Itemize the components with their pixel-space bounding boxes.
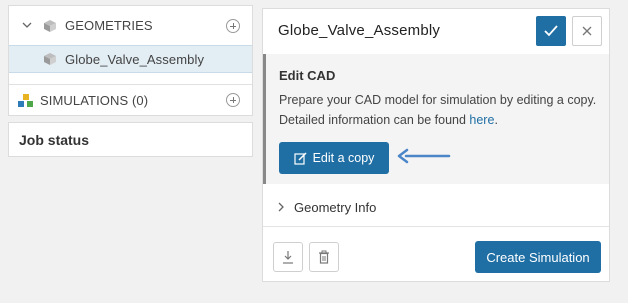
geometry-info-accordion[interactable]: Geometry Info	[263, 187, 609, 227]
add-simulation-button[interactable]	[226, 93, 240, 107]
close-icon	[582, 26, 592, 36]
tree-item-globe-valve-assembly[interactable]: Globe_Valve_Assembly	[9, 45, 252, 73]
edit-cad-heading: Edit CAD	[279, 68, 336, 83]
cube-icon	[44, 20, 56, 32]
tree-node-geometries[interactable]: GEOMETRIES	[9, 6, 252, 45]
cube-icon	[44, 53, 56, 65]
geometry-info-label: Geometry Info	[294, 200, 377, 215]
geometries-label: GEOMETRIES	[65, 18, 153, 33]
edit-cad-description-text: Prepare your CAD model for simulation by…	[279, 93, 597, 127]
edit-a-copy-label: Edit a copy	[312, 151, 375, 165]
documentation-link[interactable]: here	[469, 113, 494, 127]
delete-button[interactable]	[309, 242, 339, 272]
simulation-cubes-icon	[18, 94, 33, 107]
edit-a-copy-button[interactable]: Edit a copy	[279, 142, 389, 174]
simulations-label: SIMULATIONS (0)	[40, 93, 149, 108]
edit-icon	[293, 151, 307, 165]
download-icon	[283, 251, 293, 264]
job-status-title: Job status	[19, 132, 90, 148]
edit-cad-section: Edit CAD Prepare your CAD model for simu…	[263, 54, 609, 184]
arrow-left-icon	[397, 148, 451, 164]
add-geometry-button[interactable]	[226, 19, 240, 33]
trash-icon	[319, 250, 329, 264]
download-button[interactable]	[273, 242, 303, 272]
edit-cad-description-end: .	[494, 113, 498, 127]
geometry-panel: Globe_Valve_Assembly Edit CAD Prepare yo…	[262, 8, 610, 282]
check-icon	[544, 25, 558, 37]
create-simulation-button[interactable]: Create Simulation	[475, 241, 601, 273]
chevron-down-icon[interactable]	[22, 20, 32, 30]
job-status-card[interactable]: Job status	[8, 122, 253, 157]
panel-title: Globe_Valve_Assembly	[278, 22, 441, 39]
edit-cad-description: Prepare your CAD model for simulation by…	[279, 90, 599, 130]
geometry-item-label: Globe_Valve_Assembly	[65, 52, 205, 67]
project-tree: GEOMETRIES Globe_Valve_Assembly SIMULATI…	[8, 5, 253, 116]
tree-node-simulations[interactable]: SIMULATIONS (0)	[9, 84, 252, 116]
confirm-button[interactable]	[536, 16, 566, 46]
chevron-right-icon	[278, 202, 284, 212]
close-button[interactable]	[572, 16, 602, 46]
